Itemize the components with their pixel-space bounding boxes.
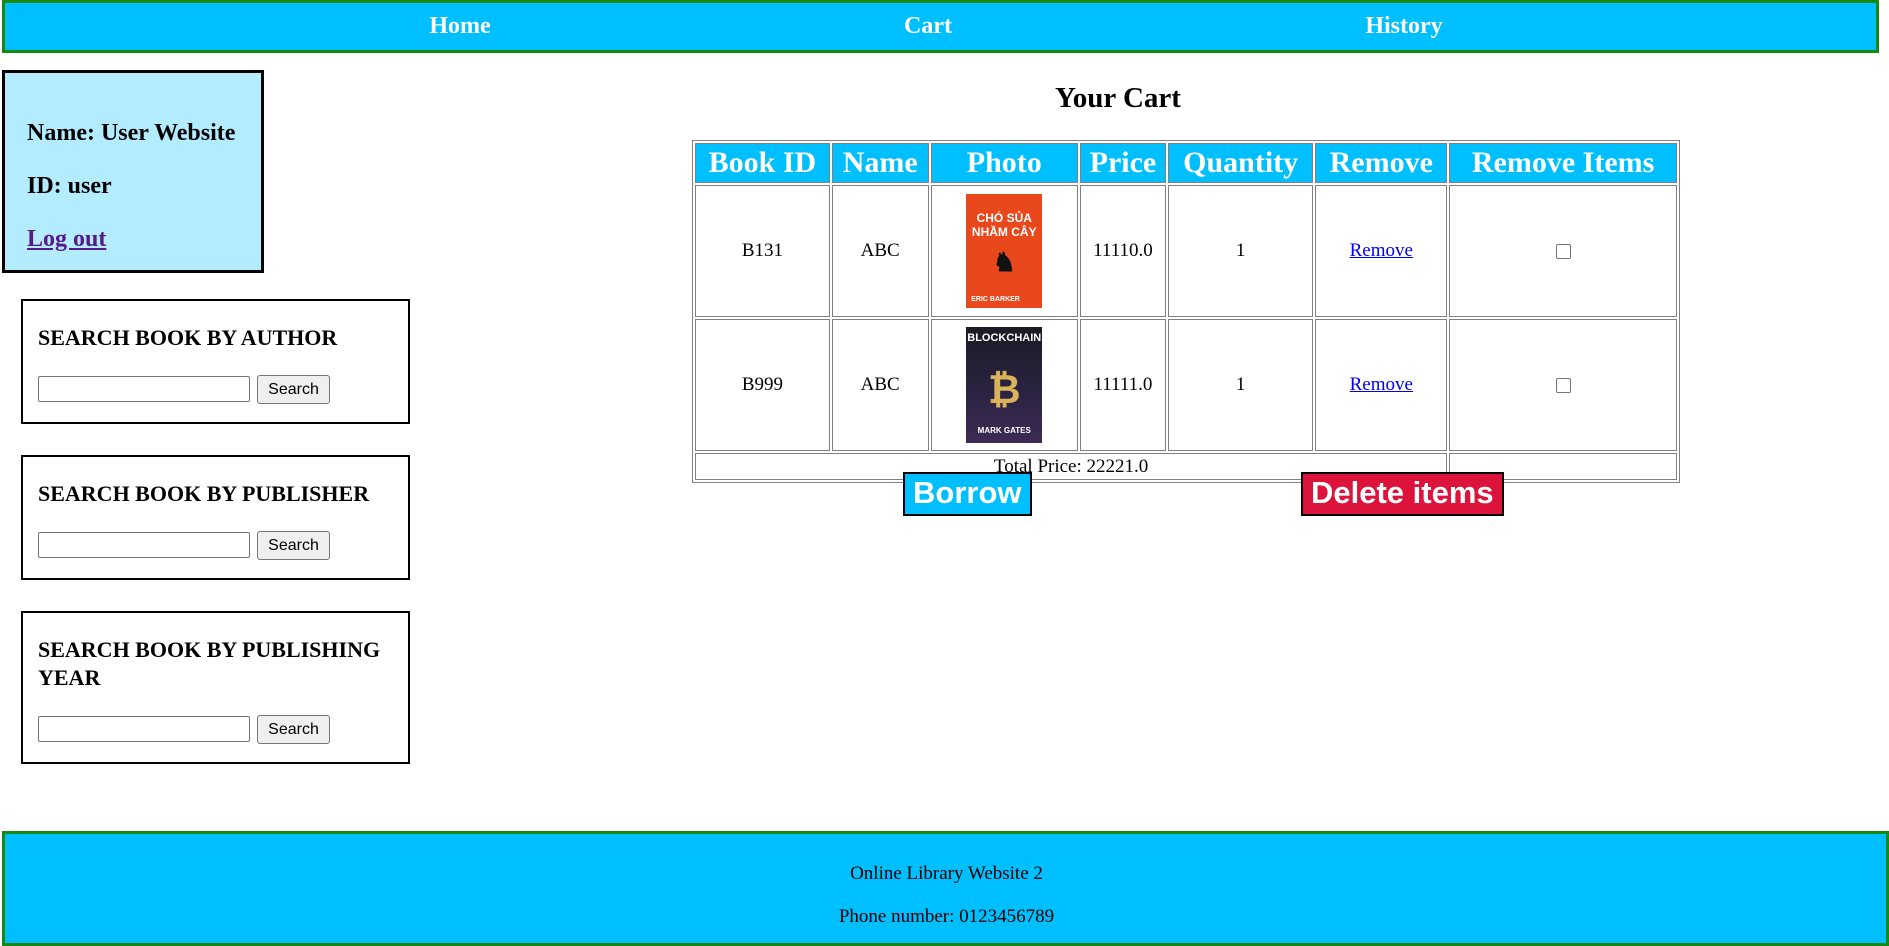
cart-title: Your Cart [1055,82,1181,114]
header-remove: Remove [1315,143,1448,183]
cell-quantity: 1 [1167,319,1314,451]
remove-item-checkbox[interactable] [1555,378,1571,394]
header-photo: Photo [930,143,1078,183]
header-name: Name [831,143,929,183]
cell-quantity: 1 [1167,185,1314,317]
cell-remove-items [1449,319,1677,451]
table-row: B999 ABC BLOCKCHAIN ₿ MARK GATES 11111.0… [695,319,1677,451]
cell-remove: Remove [1315,185,1448,317]
remove-link[interactable]: Remove [1350,240,1413,261]
header-book-id: Book ID [695,143,830,183]
book-cover-image: BLOCKCHAIN ₿ MARK GATES [966,327,1043,443]
footer-site-name: Online Library Website 2 [850,863,1043,884]
cell-price: 11111.0 [1080,319,1166,451]
search-year-title: SEARCH BOOK BY PUBLISHING YEAR [38,637,381,690]
nav-cart-link[interactable]: Cart [904,13,952,40]
cell-book-id: B131 [695,185,830,317]
search-publisher-button[interactable]: Search [257,531,330,560]
search-publisher-title: SEARCH BOOK BY PUBLISHER [38,481,370,506]
nav-home-link[interactable]: Home [429,13,490,40]
cell-photo: CHÓ SỦA NHẦM CÂY ♞ ERIC BARKER [930,185,1078,317]
delete-items-button[interactable]: Delete items [1301,472,1504,516]
search-year-panel: SEARCH BOOK BY PUBLISHING YEAR Search [21,611,410,764]
user-id: ID: user [27,173,112,199]
dog-icon: ♞ [992,247,1016,277]
cover-title-line2: ₿ [987,368,1021,412]
user-name: Name: User Website [27,120,236,146]
search-author-input[interactable] [38,376,250,402]
nav-history-link[interactable]: History [1365,13,1442,40]
search-year-button[interactable]: Search [257,715,330,744]
search-publisher-panel: SEARCH BOOK BY PUBLISHER Search [21,455,410,580]
remove-item-checkbox[interactable] [1555,244,1571,260]
header-quantity: Quantity [1167,143,1314,183]
cover-author: ERIC BARKER [971,296,1020,303]
user-info-panel: Name: User Website ID: user Log out [2,70,264,273]
header-remove-items: Remove Items [1449,143,1677,183]
cover-author: MARK GATES [977,426,1031,435]
cover-title-line2: NHẦM CÂY [971,225,1037,239]
search-author-panel: SEARCH BOOK BY AUTHOR Search [21,299,410,424]
cell-book-id: B999 [695,319,830,451]
search-publisher-input[interactable] [38,532,250,558]
borrow-button[interactable]: Borrow [903,472,1032,516]
search-year-input[interactable] [38,716,250,742]
footer: Online Library Website 2 Phone number: 0… [2,831,1889,946]
cell-remove-items [1449,185,1677,317]
search-author-title: SEARCH BOOK BY AUTHOR [38,325,338,350]
cart-table: Book ID Name Photo Price Quantity Remove… [692,140,1680,483]
cart-header-row: Book ID Name Photo Price Quantity Remove… [695,143,1677,183]
total-row: Total Price: 22221.0 [695,453,1677,480]
top-nav: Home Cart History [2,0,1879,53]
cover-title-line1: CHÓ SỦA [976,211,1032,225]
footer-phone: Phone number: 0123456789 [838,906,1055,927]
cell-name: ABC [831,319,929,451]
table-row: B131 ABC CHÓ SỦA NHẦM CÂY ♞ ERIC BARKER … [695,185,1677,317]
cell-remove: Remove [1315,319,1448,451]
cell-photo: BLOCKCHAIN ₿ MARK GATES [930,319,1078,451]
header-price: Price [1080,143,1166,183]
cell-name: ABC [831,185,929,317]
cell-price: 11110.0 [1080,185,1166,317]
book-cover-image: CHÓ SỦA NHẦM CÂY ♞ ERIC BARKER [966,194,1043,308]
remove-link[interactable]: Remove [1350,374,1413,395]
logout-link[interactable]: Log out [27,226,106,252]
cover-title-line1: BLOCKCHAIN [967,332,1042,344]
search-author-button[interactable]: Search [257,375,330,404]
